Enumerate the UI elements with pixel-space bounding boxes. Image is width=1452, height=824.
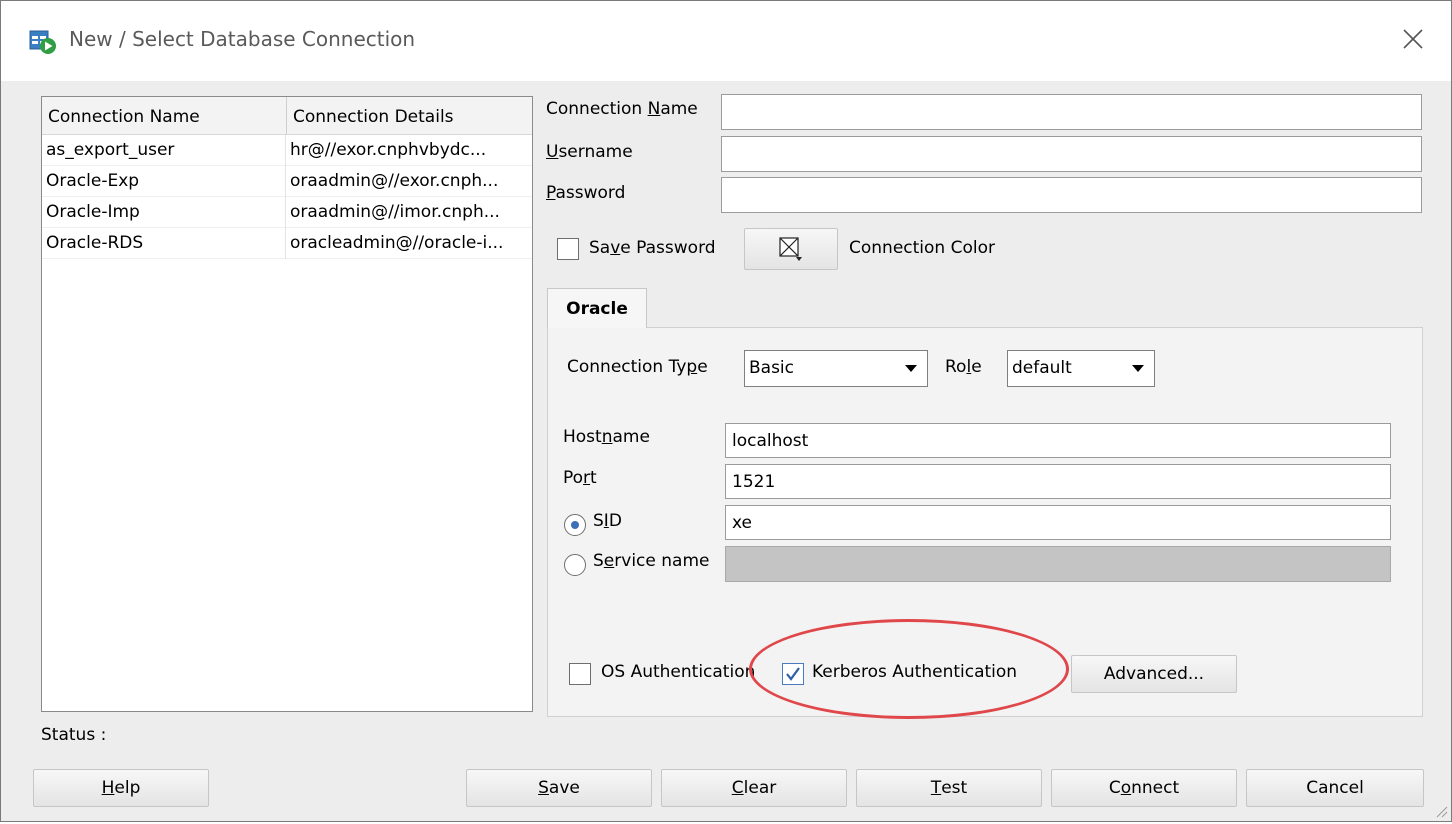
table-row[interactable]: Oracle-RDS oracleadmin@//oracle-i...: [42, 228, 532, 259]
password-label: Password: [546, 183, 626, 203]
save-password-label[interactable]: Save Password: [589, 238, 716, 258]
kerberos-authentication-label[interactable]: Kerberos Authentication: [812, 662, 1017, 682]
window-title: New / Select Database Connection: [69, 27, 416, 51]
role-value: default: [1012, 358, 1072, 378]
chevron-down-icon: [1132, 365, 1144, 372]
row-connection-details: hr@//exor.cnphvbydc...: [290, 140, 487, 160]
row-connection-name: Oracle-Imp: [42, 197, 286, 228]
advanced-button[interactable]: Advanced...: [1071, 655, 1237, 693]
table-row[interactable]: Oracle-Exp oraadmin@//exor.cnph...: [42, 166, 532, 197]
save-button[interactable]: Save: [466, 769, 652, 807]
test-button[interactable]: Test: [856, 769, 1042, 807]
column-header-connection-details[interactable]: Connection Details: [287, 97, 532, 135]
sid-label[interactable]: SID: [593, 511, 622, 531]
username-label: Username: [546, 142, 633, 162]
connection-color-button[interactable]: [744, 228, 838, 270]
title-bar: New / Select Database Connection: [1, 1, 1451, 81]
close-icon[interactable]: [1393, 19, 1433, 59]
connections-table: Connection Name Connection Details as_ex…: [41, 96, 533, 712]
hostname-label: Hostname: [563, 427, 650, 447]
row-connection-details: oraadmin@//imor.cnph...: [290, 202, 500, 222]
radio-selected-dot: [571, 521, 579, 529]
table-header: Connection Name Connection Details: [42, 97, 532, 135]
column-header-connection-name[interactable]: Connection Name: [42, 97, 286, 135]
connection-color-label: Connection Color: [849, 238, 995, 258]
service-name-radio[interactable]: [564, 554, 586, 576]
row-connection-name: as_export_user: [42, 135, 286, 166]
save-password-checkbox[interactable]: [557, 238, 579, 260]
service-name-input: [725, 546, 1391, 582]
table-row[interactable]: as_export_user hr@//exor.cnphvbydc...: [42, 135, 532, 166]
role-label: Role: [945, 357, 982, 377]
clear-button[interactable]: Clear: [661, 769, 847, 807]
connection-type-value: Basic: [749, 358, 795, 378]
connection-type-label: Connection Type: [567, 357, 708, 377]
row-connection-details: oracleadmin@//oracle-i...: [290, 233, 504, 253]
database-connection-icon: [29, 29, 57, 55]
connect-button[interactable]: Co nnect: [1051, 769, 1237, 807]
kerberos-authentication-checkbox[interactable]: [782, 663, 804, 685]
port-input[interactable]: [725, 464, 1391, 499]
tab-oracle[interactable]: Oracle: [547, 288, 647, 328]
username-input[interactable]: [721, 136, 1422, 172]
dialog-window: New / Select Database Connection Connect…: [0, 0, 1452, 822]
table-row[interactable]: Oracle-Imp oraadmin@//imor.cnph...: [42, 197, 532, 228]
cancel-button[interactable]: Cancel: [1246, 769, 1424, 807]
status-label: Status :: [41, 725, 107, 745]
checkmark-icon: [786, 667, 800, 681]
help-button[interactable]: Help: [33, 769, 209, 807]
os-authentication-label[interactable]: OS Authentication: [601, 662, 755, 682]
color-picker-icon: [779, 237, 802, 261]
os-authentication-checkbox[interactable]: [569, 663, 591, 685]
sid-input[interactable]: [725, 505, 1391, 540]
connection-type-select[interactable]: Basic: [744, 350, 928, 387]
connection-name-label: Connection Name: [546, 99, 698, 119]
service-name-label[interactable]: Service name: [593, 551, 709, 571]
role-select[interactable]: default: [1007, 350, 1155, 387]
row-connection-details: oraadmin@//exor.cnph...: [290, 171, 499, 191]
hostname-input[interactable]: [725, 423, 1391, 458]
sid-radio[interactable]: [564, 514, 586, 536]
chevron-down-icon: [905, 365, 917, 372]
row-connection-name: Oracle-Exp: [42, 166, 286, 197]
resize-grip-icon[interactable]: [1433, 803, 1449, 824]
connection-name-input[interactable]: [721, 94, 1422, 130]
row-connection-name: Oracle-RDS: [42, 228, 286, 259]
port-label: Port: [563, 468, 597, 488]
password-input[interactable]: [721, 177, 1422, 213]
